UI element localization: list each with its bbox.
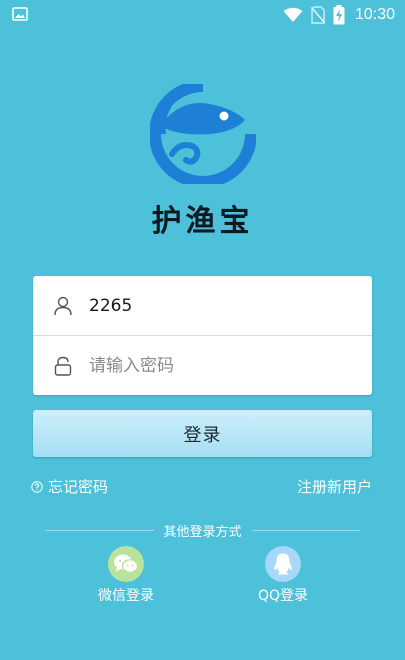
fish-logo-icon (150, 84, 256, 184)
other-login-title: 其他登录方式 (163, 524, 242, 540)
login-button[interactable]: 登录 (33, 410, 372, 457)
password-row (33, 336, 372, 395)
qq-icon (265, 546, 301, 582)
divider-line-left (45, 529, 154, 531)
username-input[interactable] (89, 295, 329, 316)
status-bar: 10:30 (0, 0, 405, 30)
wechat-icon (108, 546, 144, 582)
help-icon (31, 480, 43, 493)
username-row (33, 276, 372, 335)
divider-line-right (251, 529, 361, 531)
wechat-login-label: 微信登录 (98, 588, 154, 604)
status-icons: 10:30 (283, 5, 395, 25)
wechat-login-button[interactable]: 微信登录 (76, 546, 176, 605)
wifi-icon (283, 7, 303, 22)
status-time: 10:30 (354, 6, 395, 23)
no-sim-icon (310, 6, 325, 24)
lock-icon (53, 355, 73, 377)
battery-charging-icon (333, 5, 345, 25)
qq-login-label: QQ登录 (257, 588, 309, 604)
forgot-password-link[interactable]: 忘记密码 (31, 476, 108, 497)
gallery-icon (12, 7, 28, 21)
login-form (33, 276, 372, 395)
brand-name: 护渔宝 (151, 204, 254, 239)
register-link[interactable]: 注册新用户 (297, 476, 372, 497)
forgot-password-label: 忘记密码 (48, 478, 109, 496)
qq-login-button[interactable]: QQ登录 (233, 546, 333, 605)
other-login-divider: 其他登录方式 (45, 520, 361, 540)
user-icon (53, 295, 73, 317)
password-input[interactable] (89, 355, 329, 376)
